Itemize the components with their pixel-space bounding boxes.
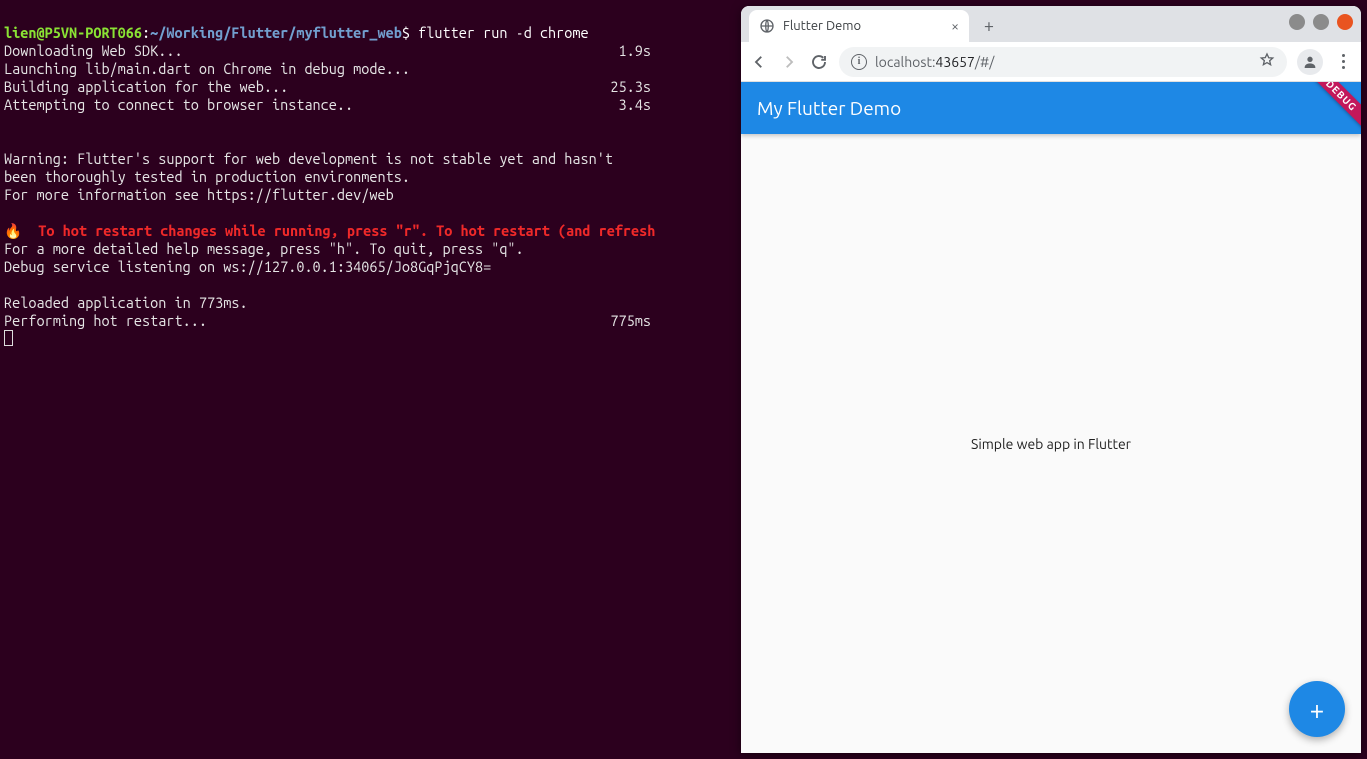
minimize-button[interactable] [1289,14,1305,30]
site-info-icon[interactable]: i [851,54,867,70]
globe-icon [759,18,775,34]
terminal-blank [4,132,12,149]
address-bar[interactable]: i localhost:43657/#/ [839,47,1287,77]
terminal-blank [4,204,12,221]
browser-tab[interactable]: Flutter Demo × [749,10,969,42]
new-tab-button[interactable]: + [975,12,1003,40]
terminal-hot-restart-hint: To hot restart changes while running, pr… [38,222,655,239]
fire-icon: 🔥 [4,222,38,239]
terminal-warning: Warning: Flutter's support for web devel… [4,150,613,167]
profile-button[interactable] [1297,49,1323,75]
browser-tabstrip: Flutter Demo × + [741,6,1361,42]
browser-window-wrap: Flutter Demo × + i local [735,0,1367,759]
plus-icon: + [1310,695,1325,724]
close-window-button[interactable] [1337,14,1353,30]
floating-action-button[interactable]: + [1289,681,1345,737]
page-viewport: My Flutter Demo DEBUG Simple web app in … [741,82,1361,753]
terminal-cursor [4,330,13,346]
browser-window: Flutter Demo × + i local [741,6,1361,753]
flutter-appbar: My Flutter Demo [741,82,1361,134]
browser-tab-title: Flutter Demo [783,19,943,33]
maximize-button[interactable] [1313,14,1329,30]
forward-button[interactable] [779,52,799,72]
browser-toolbar: i localhost:43657/#/ [741,42,1361,82]
terminal-debug-service: Debug service listening on ws://127.0.0.… [4,258,491,275]
terminal-help-hint: For a more detailed help message, press … [4,240,524,257]
terminal-line: Launching lib/main.dart on Chrome in deb… [4,60,731,78]
terminal-prompt-sep: : [142,24,150,41]
terminal-pane[interactable]: lien@P5VN-PORT066:~/Working/Flutter/myfl… [0,0,735,759]
terminal-command: flutter run -d chrome [418,24,589,41]
terminal-warning: been thoroughly tested in production env… [4,168,410,185]
terminal-line: Performing hot restart...775ms [4,312,731,330]
browser-menu-button[interactable] [1333,54,1353,69]
back-button[interactable] [749,52,769,72]
flutter-body: Simple web app in Flutter [741,134,1361,753]
terminal-reloaded: Reloaded application in 773ms. [4,294,248,311]
appbar-title: My Flutter Demo [757,97,901,119]
terminal-line: Downloading Web SDK...1.9s [4,42,731,60]
reload-button[interactable] [809,52,829,72]
terminal-line: Attempting to connect to browser instanc… [4,96,731,114]
terminal-prompt-end: $ [402,24,418,41]
bookmark-star-icon[interactable] [1259,52,1275,71]
terminal-blank [4,276,12,293]
terminal-prompt-user: lien@P5VN-PORT066 [4,24,142,41]
terminal-prompt-path: ~/Working/Flutter/myflutter_web [150,24,402,41]
url-text: localhost:43657/#/ [875,54,994,70]
terminal-line: Building application for the web...25.3s [4,78,731,96]
window-controls [1289,14,1353,30]
tab-close-icon[interactable]: × [951,18,959,34]
terminal-warning: For more information see https://flutter… [4,186,394,203]
body-text: Simple web app in Flutter [971,436,1131,452]
